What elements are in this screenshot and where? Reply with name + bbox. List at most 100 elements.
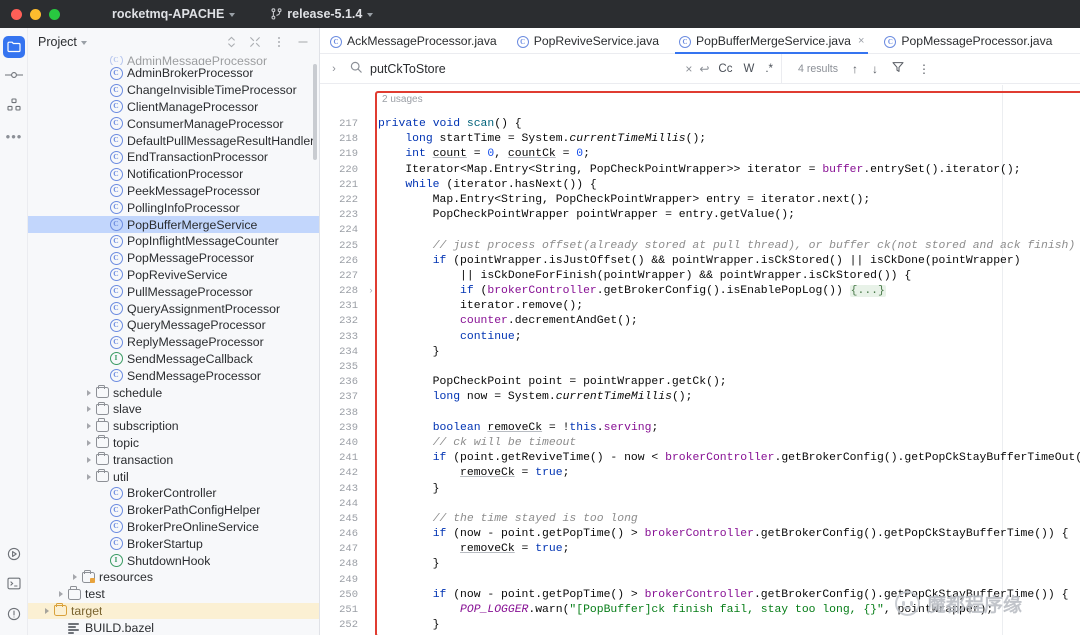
- code-line[interactable]: }: [378, 557, 1080, 572]
- code-fold-gutter[interactable]: ›: [364, 85, 378, 635]
- tree-row[interactable]: C NotificationProcessor: [28, 166, 319, 183]
- tree-row[interactable]: BUILD.bazel: [28, 619, 319, 635]
- project-tree[interactable]: C AdminMessageProcessor C AdminBrokerProces…: [28, 56, 319, 635]
- code-line[interactable]: int count = 0, countCk = 0;: [378, 147, 1080, 162]
- chevron-right-icon[interactable]: ›: [326, 63, 342, 75]
- chevron-right-icon[interactable]: [84, 454, 95, 465]
- project-selector[interactable]: rocketmq-APACHE: [106, 4, 241, 24]
- tree-row[interactable]: C ClientManageProcessor: [28, 99, 319, 116]
- chevron-right-icon[interactable]: [84, 387, 95, 398]
- code-line[interactable]: }: [378, 345, 1080, 360]
- editor-tab[interactable]: C PopBufferMergeService.java ×: [669, 28, 874, 54]
- tree-row[interactable]: schedule: [28, 384, 319, 401]
- find-field-wrapper[interactable]: putCkToStore × ↩ Cc W .*: [342, 53, 782, 84]
- close-tab-icon[interactable]: ×: [858, 35, 864, 47]
- code-line[interactable]: if (pointWrapper.isJustOffset() && point…: [378, 254, 1080, 269]
- find-options-button[interactable]: ⋮: [918, 62, 930, 76]
- tree-row[interactable]: I ShutdownHook: [28, 552, 319, 569]
- code-line[interactable]: }: [378, 482, 1080, 497]
- tree-row[interactable]: C SendMessageProcessor: [28, 367, 319, 384]
- regex-toggle[interactable]: .*: [763, 63, 775, 75]
- tree-row[interactable]: C PopBufferMergeService: [28, 216, 319, 233]
- code-line[interactable]: Map.Entry<String, PopCheckPointWrapper> …: [378, 193, 1080, 208]
- code-line[interactable]: }: [378, 618, 1080, 633]
- chevron-right-icon[interactable]: [84, 471, 95, 482]
- filter-icon[interactable]: [892, 61, 904, 76]
- code-line[interactable]: [378, 223, 1080, 238]
- code-lines[interactable]: private void scan() { long startTime = S…: [378, 117, 1080, 635]
- tree-row[interactable]: C EndTransactionProcessor: [28, 149, 319, 166]
- code-line[interactable]: // just process offset(already stored at…: [378, 239, 1080, 254]
- tree-row[interactable]: C PopMessageProcessor: [28, 250, 319, 267]
- project-tree-scrollbar[interactable]: [313, 64, 317, 160]
- tree-row[interactable]: C ChangeInvisibleTimeProcessor: [28, 82, 319, 99]
- tree-row[interactable]: C AdminBrokerProcessor: [28, 65, 319, 82]
- minimize-window-button[interactable]: [30, 8, 41, 20]
- chevron-right-icon[interactable]: [84, 437, 95, 448]
- editor-tab[interactable]: C PopReviveService.java: [507, 28, 669, 53]
- tree-row[interactable]: resources: [28, 569, 319, 586]
- chevron-right-icon[interactable]: [42, 605, 53, 616]
- window-controls[interactable]: [0, 8, 60, 20]
- scroll-from-source-button[interactable]: [245, 32, 265, 52]
- tree-row[interactable]: C PeekMessageProcessor: [28, 183, 319, 200]
- maximize-window-button[interactable]: [49, 8, 60, 20]
- tree-row[interactable]: C ReplyMessageProcessor: [28, 334, 319, 351]
- code-line[interactable]: // the time stayed is too long: [378, 512, 1080, 527]
- panel-options-button[interactable]: [269, 32, 289, 52]
- code-line[interactable]: boolean removeCk = !this.serving;: [378, 421, 1080, 436]
- rail-item-structure[interactable]: [0, 92, 28, 122]
- code-line[interactable]: PopCheckPointWrapper pointWrapper = entr…: [378, 208, 1080, 223]
- chevron-right-icon[interactable]: [84, 404, 95, 415]
- close-window-button[interactable]: [11, 8, 22, 20]
- search-input[interactable]: putCkToStore: [370, 62, 678, 76]
- hide-panel-button[interactable]: [293, 32, 313, 52]
- code-line[interactable]: Iterator<Map.Entry<String, PopCheckPoint…: [378, 163, 1080, 178]
- code-line[interactable]: iterator.remove();: [378, 299, 1080, 314]
- code-line[interactable]: long startTime = System.currentTimeMilli…: [378, 132, 1080, 147]
- fold-marker-icon[interactable]: ›: [364, 284, 378, 299]
- code-line[interactable]: PopCheckPoint point = pointWrapper.getCk…: [378, 375, 1080, 390]
- rail-item-terminal[interactable]: [0, 571, 28, 601]
- tree-row[interactable]: C PullMessageProcessor: [28, 283, 319, 300]
- tree-row[interactable]: C BrokerPreOnlineService: [28, 519, 319, 536]
- code-line[interactable]: counter.decrementAndGet();: [378, 314, 1080, 329]
- rail-item-more[interactable]: •••: [0, 122, 28, 152]
- code-line[interactable]: private void scan() {: [378, 117, 1080, 132]
- code-line[interactable]: [378, 360, 1080, 375]
- code-line[interactable]: [378, 497, 1080, 512]
- tree-row[interactable]: C BrokerController: [28, 485, 319, 502]
- code-line[interactable]: [378, 573, 1080, 588]
- rail-item-run[interactable]: [0, 541, 28, 571]
- code-viewport[interactable]: 2 usages 217 218 219 220 221 222 223 224 225 226 2…: [320, 85, 1080, 635]
- code-line[interactable]: // ck will be timeout: [378, 436, 1080, 451]
- tree-row[interactable]: test: [28, 586, 319, 603]
- search-history-icon[interactable]: ↩: [699, 62, 709, 76]
- tree-row[interactable]: slave: [28, 401, 319, 418]
- code-line[interactable]: continue;: [378, 330, 1080, 345]
- branch-selector[interactable]: release-5.1.4: [265, 4, 379, 24]
- rail-item-problems[interactable]: [0, 601, 28, 631]
- code-line[interactable]: long now = System.currentTimeMillis();: [378, 390, 1080, 405]
- match-case-toggle[interactable]: Cc: [716, 63, 734, 75]
- clear-search-icon[interactable]: ×: [685, 62, 692, 76]
- tree-row[interactable]: C ConsumerManageProcessor: [28, 115, 319, 132]
- tree-row[interactable]: C QueryAssignmentProcessor: [28, 300, 319, 317]
- tree-row[interactable]: I SendMessageCallback: [28, 351, 319, 368]
- tree-row[interactable]: C BrokerStartup: [28, 535, 319, 552]
- chevron-right-icon[interactable]: [70, 572, 81, 583]
- tree-row[interactable]: target: [28, 602, 319, 620]
- find-next-button[interactable]: ↓: [872, 62, 878, 76]
- usages-hint[interactable]: 2 usages: [382, 94, 423, 105]
- tree-row[interactable]: C PopInflightMessageCounter: [28, 233, 319, 250]
- tree-row[interactable]: subscription: [28, 418, 319, 435]
- code-line[interactable]: if (now - point.getPopTime() > brokerCon…: [378, 527, 1080, 542]
- editor-tab[interactable]: C PopMessageProcessor.java: [874, 28, 1062, 53]
- tree-row[interactable]: C PopReviveService: [28, 267, 319, 284]
- whole-words-toggle[interactable]: W: [741, 63, 756, 75]
- code-line[interactable]: if (point.getReviveTime() - now < broker…: [378, 451, 1080, 466]
- find-previous-button[interactable]: ↑: [852, 62, 858, 76]
- expand-collapse-button[interactable]: [221, 32, 241, 52]
- chevron-right-icon[interactable]: [56, 589, 67, 600]
- tree-row[interactable]: C BrokerPathConfigHelper: [28, 502, 319, 519]
